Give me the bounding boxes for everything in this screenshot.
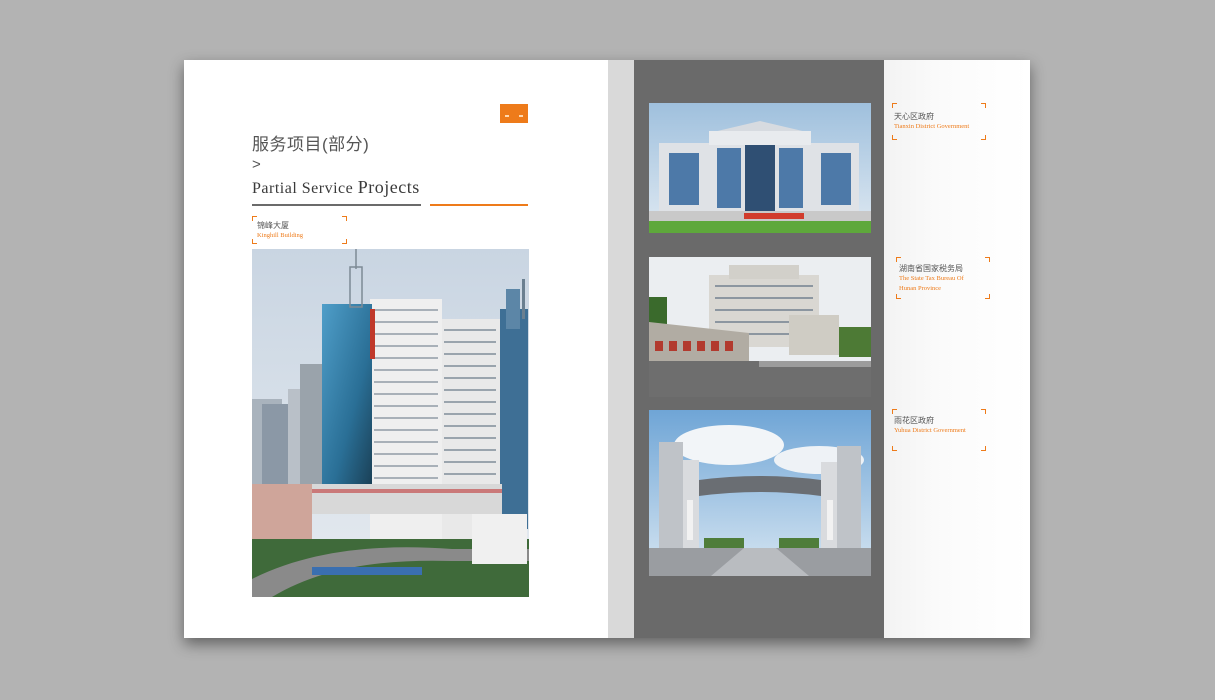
brochure-spread: 服务项目(部分) > Partial Service Projects 锦峰大厦… [184, 60, 1030, 638]
corner-mark [892, 135, 897, 140]
caption-yuhua: 雨花区政府 Yuhua District Government [892, 409, 986, 451]
corner-mark [981, 103, 986, 108]
caption-en: Kinghill Building [257, 232, 304, 239]
caption-en: Tianxin District Government [894, 123, 970, 130]
photo-kinghill-building [252, 249, 529, 597]
caption-en: Yuhua District Government [894, 427, 966, 434]
photo-tax-bureau [649, 257, 871, 397]
corner-mark [981, 446, 986, 451]
photo-panel [634, 60, 884, 638]
corner-mark [985, 294, 990, 299]
corner-mark [892, 446, 897, 451]
caption-en-line1: The State Tax Bureau Of [899, 275, 964, 282]
corner-mark [981, 409, 986, 414]
title-arrow: > [252, 156, 261, 173]
corner-mark [342, 216, 347, 221]
title-rule-dark [252, 204, 421, 206]
page-title-en: Partial Service Projects [252, 177, 420, 198]
corner-mark [892, 409, 897, 414]
corner-mark [342, 239, 347, 244]
caption-cn: 天心区政府 [894, 112, 934, 121]
left-page: 服务项目(部分) > Partial Service Projects 锦峰大厦… [184, 60, 608, 638]
title-en-suffix: Projects [357, 177, 420, 197]
photo-tianxin-government [649, 103, 871, 233]
caption-kinghill: 锦峰大厦 Kinghill Building [252, 216, 347, 244]
corner-mark [896, 294, 901, 299]
page-title-cn: 服务项目(部分) [252, 135, 370, 154]
corner-mark [892, 103, 897, 108]
caption-cn: 湖南省国家税务局 [899, 264, 963, 273]
corner-mark [896, 257, 901, 262]
caption-en-line2: Hunan Province [899, 285, 942, 292]
page-gutter [608, 60, 634, 638]
caption-tax-bureau: 湖南省国家税务局 The State Tax Bureau Of Hunan P… [896, 257, 990, 299]
photo-yuhua-government [649, 410, 871, 576]
right-page: 天心区政府 Tianxin District Government 湖南省国家税… [884, 60, 1030, 638]
title-en-prefix: Partial Service [252, 180, 354, 197]
title-rule-orange [430, 204, 528, 206]
caption-tianxin: 天心区政府 Tianxin District Government [892, 103, 986, 140]
caption-cn: 锦峰大厦 [257, 221, 289, 230]
book-logo-icon [500, 104, 528, 123]
corner-mark [985, 257, 990, 262]
corner-mark [981, 135, 986, 140]
caption-cn: 雨花区政府 [894, 416, 934, 425]
